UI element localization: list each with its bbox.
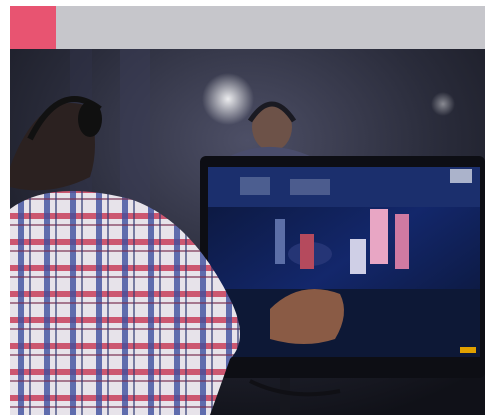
header-bar: [10, 6, 485, 49]
card: [10, 6, 485, 415]
photo-illustration: [10, 49, 485, 415]
accent-block: [10, 6, 56, 49]
hero-photo: [10, 49, 485, 415]
